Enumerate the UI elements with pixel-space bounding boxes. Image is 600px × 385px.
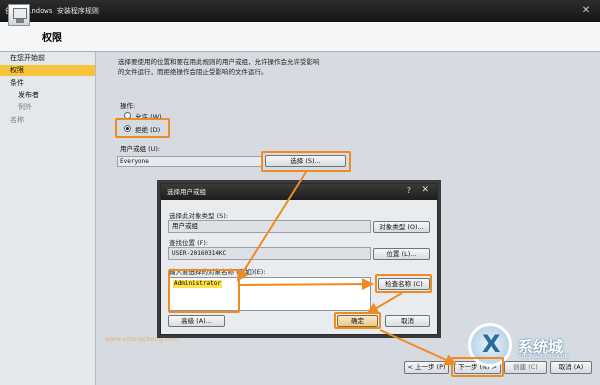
object-type-field: 用户或组 [168, 220, 371, 233]
wizard-header [0, 22, 600, 52]
brand-url: XITONGCHENG.COM [518, 354, 569, 360]
cancel-button[interactable]: 取消 (A) [550, 361, 592, 374]
nav-item-conditions[interactable]: 条件 [0, 78, 95, 89]
dialog-close-icon[interactable]: ✕ [421, 185, 429, 195]
select-highlight-box [261, 151, 351, 172]
next-highlight-box [451, 357, 504, 377]
ok-highlight-box [334, 312, 381, 329]
action-label: 操作: [120, 102, 136, 110]
description-line-2: 的文件运行，而拒绝操作会阻止受影响的文件运行。 [118, 68, 268, 76]
locations-button[interactable]: 位置 (L)... [373, 248, 430, 260]
back-button[interactable]: < 上一步 (P) [404, 361, 449, 374]
nav-item-permissions[interactable]: 权限 [0, 65, 95, 76]
location-field: USER-20160314KC [168, 247, 371, 260]
object-type-label: 选择此对象类型 (S): [169, 212, 228, 220]
check-names-highlight-box [375, 274, 432, 293]
usergroup-label: 用户或组 (U): [120, 145, 161, 153]
nav-item-before-you-begin[interactable]: 在您开始前 [0, 53, 95, 64]
dialog-title: 选择用户或组 [167, 188, 206, 196]
cancel-dialog-button[interactable]: 取消 [385, 315, 430, 327]
create-button: 创建 (C) [504, 361, 547, 374]
advanced-button[interactable]: 高级 (A)... [168, 315, 225, 327]
nav-item-publisher[interactable]: 发布者 [0, 90, 95, 101]
window-titlebar: 创建 Windows 安装程序规则 [0, 0, 600, 22]
nav-item-name: 名称 [10, 116, 24, 124]
help-icon[interactable]: ? [407, 186, 411, 195]
usergroup-field[interactable]: Everyone [117, 156, 263, 167]
description-line-1: 选择要使用的位置和要在用此规则的用户或组，允许操作会允许受影响 [118, 58, 320, 66]
location-label: 查找位置 (F): [169, 239, 209, 247]
nav-item-exceptions: 例外 [18, 103, 32, 111]
close-icon[interactable]: ✕ [578, 3, 594, 18]
object-types-button[interactable]: 对象类型 (O)... [373, 221, 430, 233]
permissions-description: 选择要使用的位置和要在用此规则的用户或组，允许操作会允许受影响 的文件运行，而拒… [118, 57, 368, 77]
page-title: 权限 [42, 33, 62, 44]
dialog-titlebar: 选择用户或组 [161, 184, 437, 200]
computer-icon [8, 4, 30, 26]
faint-watermark-text: www.xitongcheng.com [105, 335, 179, 343]
names-highlight-box [168, 269, 240, 313]
deny-highlight-box [115, 118, 170, 138]
